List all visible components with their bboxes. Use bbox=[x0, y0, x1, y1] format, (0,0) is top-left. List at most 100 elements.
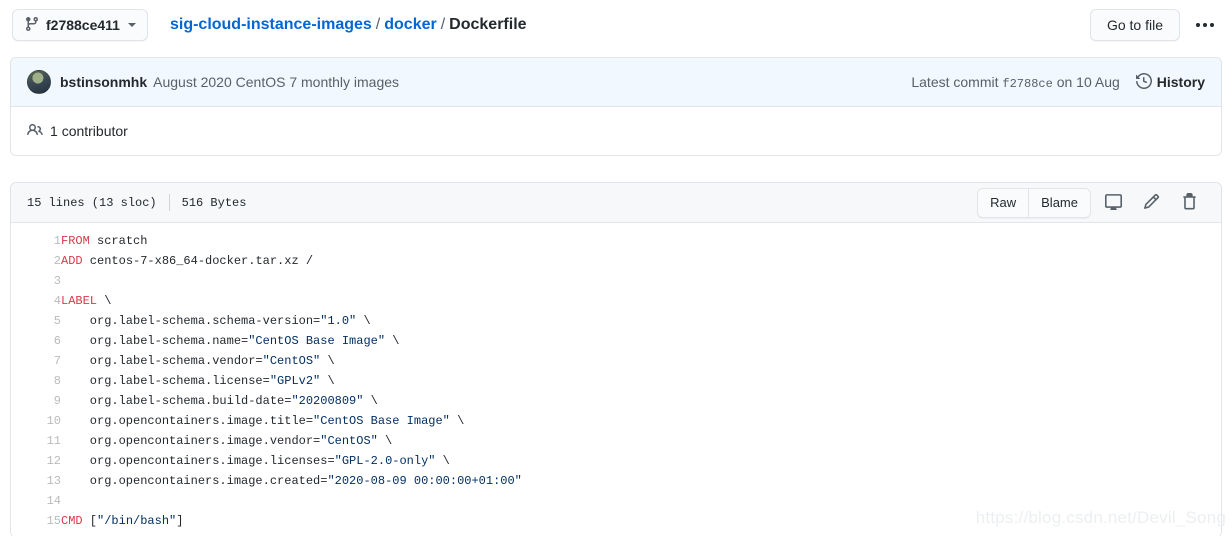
open-in-desktop-button[interactable] bbox=[1097, 189, 1129, 217]
file-meta-divider bbox=[168, 194, 170, 211]
code-token-keyword: CMD bbox=[61, 514, 83, 528]
code-line-number[interactable]: 3 bbox=[11, 271, 61, 291]
breadcrumb-separator-2: / bbox=[440, 16, 446, 33]
code-token-string: "1.0" bbox=[320, 314, 357, 328]
code-token-string: "CentOS" bbox=[320, 434, 378, 448]
file-content-box: 15 lines (13 sloc) 516 Bytes Raw Blame 1… bbox=[10, 182, 1222, 536]
code-token-plain: \ bbox=[377, 434, 393, 448]
code-line-content[interactable]: LABEL \ bbox=[61, 291, 1221, 311]
code-line-content[interactable]: org.label-schema.name="CentOS Base Image… bbox=[61, 331, 1221, 351]
branch-selector-button[interactable]: f2788ce411 bbox=[12, 9, 148, 41]
latest-commit-sha[interactable]: f2788ce bbox=[1002, 77, 1052, 91]
code-token-plain: org.label-schema.vendor= bbox=[61, 354, 263, 368]
code-line-row: 15 CMD ["/bin/bash"] bbox=[11, 511, 1221, 531]
code-table-body: 1 FROM scratch 2 ADD centos-7-x86_64-docker… bbox=[11, 231, 1221, 531]
git-branch-icon bbox=[24, 16, 40, 35]
code-line-content[interactable]: org.opencontainers.image.vendor="CentOS"… bbox=[61, 431, 1221, 451]
code-line-content[interactable] bbox=[61, 271, 1221, 291]
code-token-string: "2020-08-09 00:00:00+01:00" bbox=[327, 474, 522, 488]
code-token-string: "/bin/bash" bbox=[97, 514, 177, 528]
code-line-content[interactable]: org.opencontainers.image.title="CentOS B… bbox=[61, 411, 1221, 431]
code-line-row: 8 org.label-schema.license="GPLv2" \ bbox=[11, 371, 1221, 391]
breadcrumb-folder-link[interactable]: docker bbox=[384, 16, 436, 33]
code-line-number[interactable]: 13 bbox=[11, 471, 61, 491]
kebab-dot-3 bbox=[1210, 23, 1214, 27]
latest-commit-date: on 10 Aug bbox=[1056, 73, 1120, 90]
code-line-row: 5 org.label-schema.schema-version="1.0" … bbox=[11, 311, 1221, 331]
code-line-content[interactable]: org.label-schema.build-date="20200809" \ bbox=[61, 391, 1221, 411]
code-line-number[interactable]: 9 bbox=[11, 391, 61, 411]
code-token-plain: \ bbox=[435, 454, 450, 468]
code-line-row: 4 LABEL \ bbox=[11, 291, 1221, 311]
blame-button[interactable]: Blame bbox=[1028, 188, 1090, 217]
code-token-plain: \ bbox=[385, 334, 400, 348]
open-in-desktop-icon bbox=[1104, 193, 1122, 213]
contributors-label[interactable]: 1 contributor bbox=[50, 123, 128, 139]
github-file-view: f2788ce411 sig-cloud-instance-images / doc… bbox=[0, 0, 1232, 536]
code-token-keyword: ADD bbox=[61, 254, 83, 268]
go-to-file-button[interactable]: Go to file bbox=[1089, 9, 1180, 41]
code-line-number[interactable]: 1 bbox=[11, 231, 61, 251]
code-line-content[interactable]: CMD ["/bin/bash"] bbox=[61, 511, 1221, 531]
code-line-number[interactable]: 12 bbox=[11, 451, 61, 471]
trash-delete-icon bbox=[1181, 192, 1198, 213]
breadcrumb-separator-1: / bbox=[375, 16, 381, 33]
code-line-number[interactable]: 2 bbox=[11, 251, 61, 271]
code-line-content[interactable]: FROM scratch bbox=[61, 231, 1221, 251]
file-action-buttons: Raw Blame bbox=[977, 187, 1205, 218]
code-token-string: "CentOS" bbox=[262, 354, 321, 368]
code-line-number[interactable]: 5 bbox=[11, 311, 61, 331]
topbar-actions: Go to file bbox=[1089, 9, 1220, 41]
code-line-content[interactable]: org.label-schema.vendor="CentOS" \ bbox=[61, 351, 1221, 371]
edit-file-button[interactable] bbox=[1135, 189, 1167, 217]
file-size: 516 Bytes bbox=[181, 195, 247, 210]
commit-author-link[interactable]: bstinsonmhk bbox=[60, 74, 147, 90]
code-line-number[interactable]: 11 bbox=[11, 431, 61, 451]
kebab-menu-icon[interactable] bbox=[1190, 19, 1220, 31]
code-line-row: 1 FROM scratch bbox=[11, 231, 1221, 251]
code-token-plain: org.label-schema.name= bbox=[61, 334, 249, 348]
avatar[interactable] bbox=[27, 70, 51, 94]
code-line-number[interactable]: 4 bbox=[11, 291, 61, 311]
code-viewer: 1 FROM scratch 2 ADD centos-7-x86_64-docker… bbox=[11, 223, 1221, 536]
breadcrumb-repo-link[interactable]: sig-cloud-instance-images bbox=[170, 16, 372, 33]
code-token-plain: org.label-schema.license= bbox=[61, 374, 270, 388]
code-line-content[interactable]: org.label-schema.schema-version="1.0" \ bbox=[61, 311, 1221, 331]
raw-button[interactable]: Raw bbox=[978, 188, 1029, 217]
code-token-keyword: LABEL bbox=[61, 294, 98, 308]
file-navigation-bar: f2788ce411 sig-cloud-instance-images / doc… bbox=[0, 0, 1232, 50]
code-line-content[interactable]: org.opencontainers.image.created="2020-0… bbox=[61, 471, 1221, 491]
code-line-number[interactable]: 8 bbox=[11, 371, 61, 391]
contributor-word: contributor bbox=[61, 123, 128, 139]
history-link[interactable]: History bbox=[1135, 72, 1205, 92]
code-line-content[interactable]: ADD centos-7-x86_64-docker.tar.xz / bbox=[61, 251, 1221, 271]
file-meta: 15 lines (13 sloc) 516 Bytes bbox=[27, 194, 246, 211]
file-line-count: 15 lines (13 sloc) bbox=[27, 195, 157, 210]
code-token-string: "GPL-2.0-only" bbox=[334, 454, 436, 468]
history-clock-icon bbox=[1135, 72, 1152, 92]
code-line-content[interactable]: org.opencontainers.image.licenses="GPL-2… bbox=[61, 451, 1221, 471]
code-line-row: 7 org.label-schema.vendor="CentOS" \ bbox=[11, 351, 1221, 371]
delete-file-button[interactable] bbox=[1173, 189, 1205, 217]
code-line-row: 9 org.label-schema.build-date="20200809"… bbox=[11, 391, 1221, 411]
code-line-number[interactable]: 7 bbox=[11, 351, 61, 371]
commit-message[interactable]: August 2020 CentOS 7 monthly images bbox=[153, 74, 399, 90]
code-line-row: 6 org.label-schema.name="CentOS Base Ima… bbox=[11, 331, 1221, 351]
contributor-count: 1 bbox=[50, 123, 58, 139]
code-token-plain: \ bbox=[320, 354, 335, 368]
code-line-row: 2 ADD centos-7-x86_64-docker.tar.xz / bbox=[11, 251, 1221, 271]
code-line-number[interactable]: 6 bbox=[11, 331, 61, 351]
raw-blame-button-group: Raw Blame bbox=[977, 187, 1091, 218]
code-line-number[interactable]: 14 bbox=[11, 491, 61, 511]
code-token-keyword: FROM bbox=[61, 234, 90, 248]
commit-right-group: Latest commit f2788ce on 10 Aug History bbox=[911, 72, 1205, 92]
code-token-plain: org.label-schema.schema-version= bbox=[61, 314, 321, 328]
kebab-dot-2 bbox=[1203, 23, 1207, 27]
code-token-plain: [ bbox=[82, 514, 98, 528]
code-line-content[interactable]: org.label-schema.license="GPLv2" \ bbox=[61, 371, 1221, 391]
code-line-row: 11 org.opencontainers.image.vendor="Cent… bbox=[11, 431, 1221, 451]
code-line-number[interactable]: 15 bbox=[11, 511, 61, 531]
code-token-plain: org.label-schema.build-date= bbox=[61, 394, 292, 408]
code-line-content[interactable] bbox=[61, 491, 1221, 511]
code-line-number[interactable]: 10 bbox=[11, 411, 61, 431]
